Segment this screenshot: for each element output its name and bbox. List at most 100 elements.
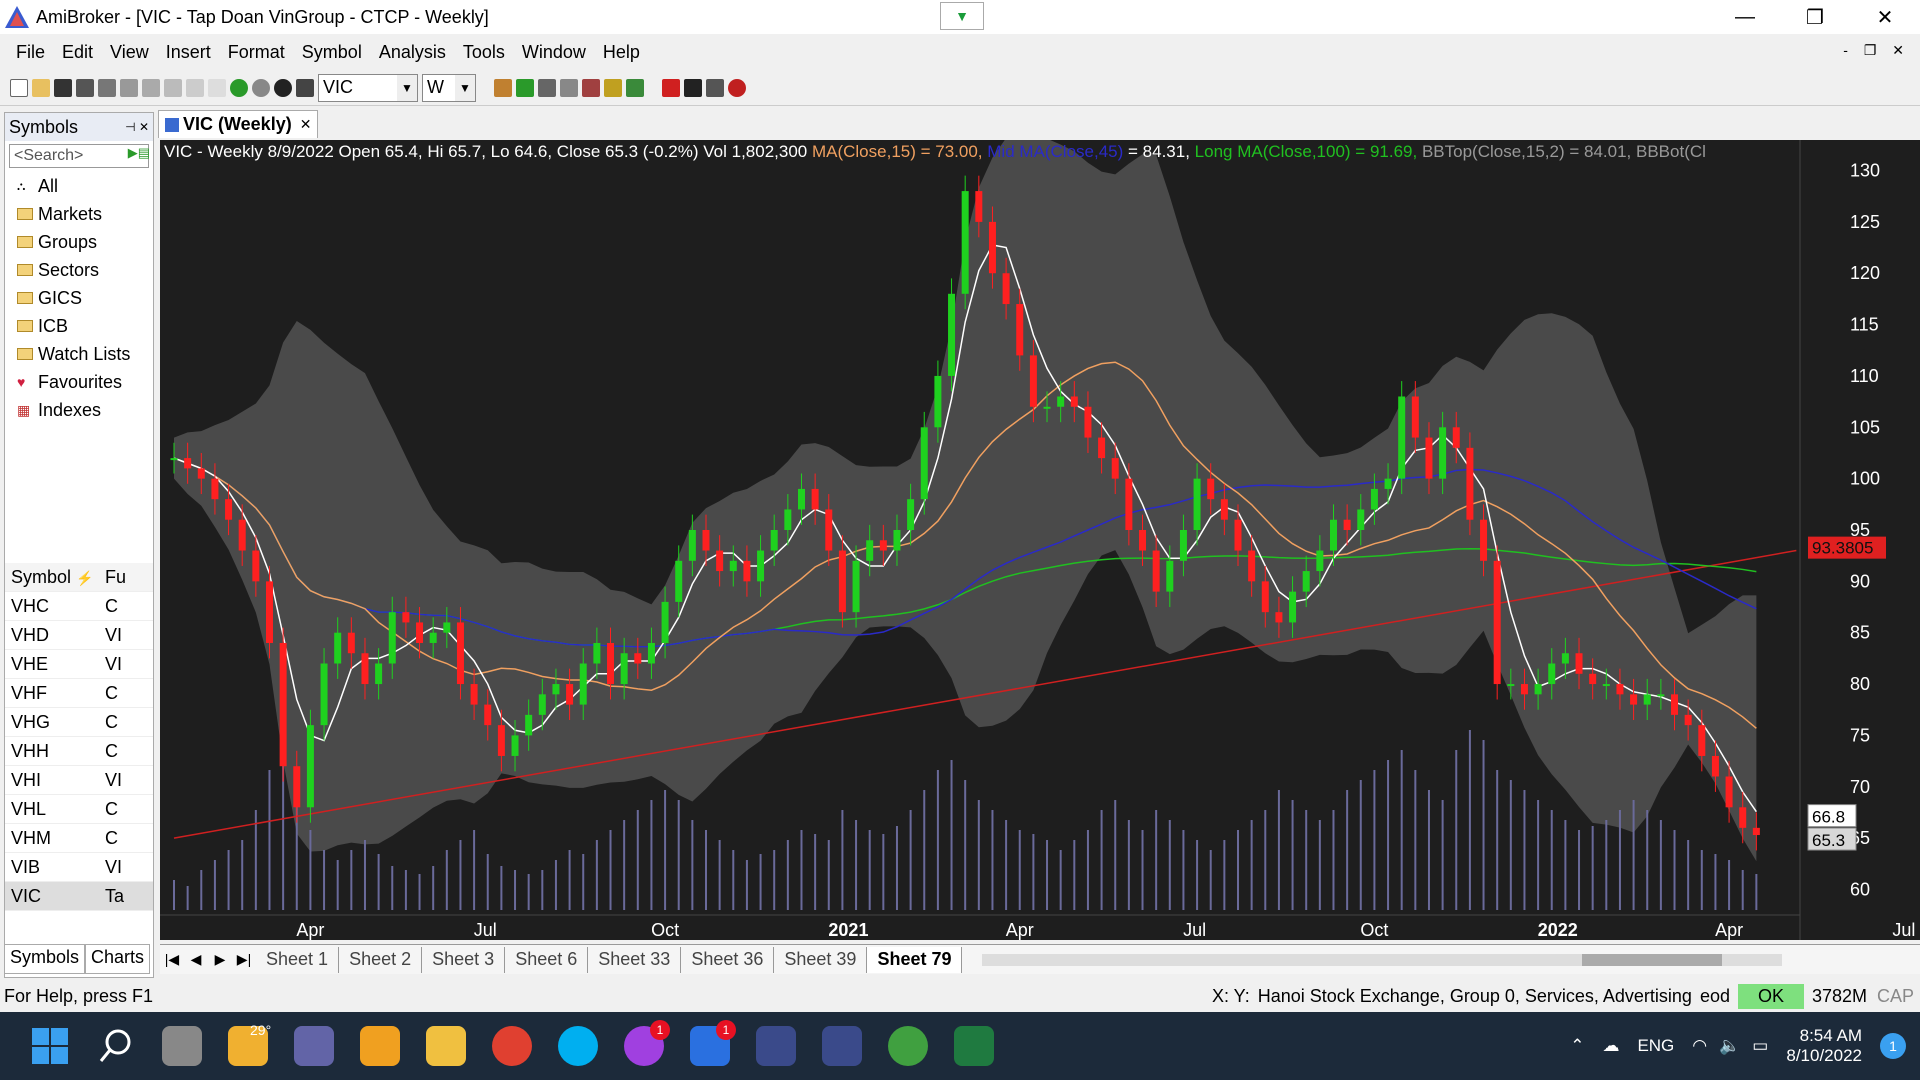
tree-item-markets[interactable]: Markets [5, 200, 153, 228]
tab-vic-weekly[interactable]: VIC (Weekly) ✕ [158, 110, 319, 138]
weather-icon[interactable]: 29° [228, 1022, 271, 1066]
chevron-up-icon[interactable]: ⌃ [1570, 1036, 1584, 1056]
tab-symbols[interactable]: Symbols [4, 944, 86, 974]
tree-item-gics[interactable]: GICS [5, 284, 153, 312]
sheet-tab[interactable]: Sheet 36 [681, 946, 775, 973]
interval-combo[interactable]: W ▼ [422, 73, 476, 102]
save-icon[interactable] [54, 78, 72, 97]
pencil-icon[interactable] [684, 78, 702, 97]
new-icon[interactable] [10, 78, 28, 97]
sheet-tab[interactable]: Sheet 3 [422, 946, 506, 973]
first-sheet-button[interactable]: |◀ [160, 951, 184, 968]
menu-help[interactable]: Help [603, 42, 640, 63]
menu-edit[interactable]: Edit [62, 42, 93, 63]
line-icon[interactable] [706, 78, 724, 97]
sheet-tab[interactable]: Sheet 2 [339, 946, 423, 973]
indicator-icon[interactable] [494, 78, 512, 97]
zalo-icon[interactable]: 1 [690, 1020, 736, 1066]
forward-icon[interactable] [252, 78, 270, 97]
amibroker2-taskbar-icon[interactable] [822, 1026, 862, 1066]
paste-icon[interactable] [164, 78, 182, 97]
table-row[interactable]: VHD VI [5, 621, 153, 650]
volume-icon[interactable]: 🔈 [1719, 1036, 1740, 1056]
close-button[interactable]: ✕ [1850, 0, 1920, 34]
symbol-combo[interactable]: VIC ▼ [318, 73, 418, 102]
magnet-icon[interactable] [728, 78, 746, 97]
formula-icon[interactable] [560, 78, 578, 97]
next-sheet-button[interactable]: ▶ [208, 951, 232, 968]
skype-icon[interactable] [558, 1026, 598, 1066]
sheet-tab-active[interactable]: Sheet 79 [867, 946, 963, 973]
sheet-tab[interactable]: Sheet 1 [256, 946, 340, 973]
buy-icon[interactable] [516, 78, 534, 97]
chart-svg[interactable]: 6065707580859095100105110115120125130Apr… [160, 128, 1920, 940]
battery-icon[interactable]: ▭ [1752, 1036, 1768, 1056]
tree-item-groups[interactable]: Groups [5, 228, 153, 256]
open-icon[interactable] [32, 78, 50, 97]
calendar-icon[interactable] [296, 78, 314, 97]
pin-close-icon[interactable]: ⊣ ✕ [125, 120, 149, 134]
tab-charts[interactable]: Charts [85, 944, 151, 974]
back-icon[interactable] [230, 78, 248, 97]
prev-sheet-button[interactable]: ◀ [184, 951, 208, 968]
close-tab-icon[interactable]: ✕ [300, 116, 312, 133]
column-header-fullname[interactable]: Fu [105, 567, 145, 588]
save-all-icon[interactable] [76, 78, 94, 97]
copy-icon[interactable] [142, 78, 160, 97]
clock[interactable]: 8:54 AM 8/10/2022 [1786, 1026, 1862, 1066]
print-icon[interactable] [98, 78, 116, 97]
language-indicator[interactable]: ENG [1637, 1036, 1674, 1056]
mdi-controls[interactable]: - ❐ ✕ [1843, 42, 1910, 59]
chevron-down-icon[interactable]: ▼ [397, 74, 417, 101]
glasses-icon[interactable] [538, 78, 556, 97]
table-row[interactable]: VHG C [5, 708, 153, 737]
task-view-icon[interactable] [162, 1026, 202, 1066]
last-sheet-button[interactable]: ▶| [232, 951, 256, 968]
table-row[interactable]: VHI VI [5, 766, 153, 795]
chrome-icon[interactable] [492, 1026, 532, 1066]
undo-icon[interactable] [208, 78, 226, 97]
tree-item-watch-lists[interactable]: Watch Lists [5, 340, 153, 368]
teams-icon[interactable] [294, 1026, 334, 1066]
wand-icon[interactable] [604, 78, 622, 97]
price-chart[interactable]: 60 65 70 75 80 85 90 95 100 105 110 115 120 125 130 Apr… [160, 128, 1920, 940]
menu-tools[interactable]: Tools [463, 42, 505, 63]
info-icon[interactable] [274, 78, 292, 97]
table-row[interactable]: VHM C [5, 824, 153, 853]
app-icon[interactable] [888, 1026, 928, 1066]
menu-file[interactable]: File [16, 42, 45, 63]
menu-symbol[interactable]: Symbol [302, 42, 362, 63]
scrollbar-thumb[interactable] [1582, 953, 1723, 966]
table-row[interactable]: VHE VI [5, 650, 153, 679]
menu-analysis[interactable]: Analysis [379, 42, 446, 63]
tree-item-favourites[interactable]: ♥ Favourites [5, 368, 153, 396]
table-row[interactable]: VIB VI [5, 853, 153, 882]
tree-item-indexes[interactable]: ▦ Indexes [5, 396, 153, 424]
menu-window[interactable]: Window [522, 42, 586, 63]
table-row[interactable]: VIC Ta [5, 882, 153, 911]
notification-center-icon[interactable]: 1 [1880, 1033, 1906, 1059]
sheet-tab[interactable]: Sheet 6 [505, 946, 589, 973]
minimize-button[interactable]: — [1710, 0, 1780, 34]
file-explorer-icon[interactable] [426, 1026, 466, 1066]
sheet-tab[interactable]: Sheet 33 [588, 946, 682, 973]
cloud-icon[interactable]: ☁ [1602, 1036, 1619, 1056]
outlook-icon[interactable] [360, 1026, 400, 1066]
sheet-tab[interactable]: Sheet 39 [774, 946, 868, 973]
tree-item-icb[interactable]: ICB [5, 312, 153, 340]
menu-format[interactable]: Format [228, 42, 285, 63]
color-icon[interactable] [662, 78, 680, 97]
amibroker-taskbar-icon[interactable] [756, 1026, 796, 1066]
windows-start-icon[interactable] [30, 1026, 70, 1066]
table-row[interactable]: VHC C [5, 592, 153, 621]
delete-icon[interactable] [186, 78, 204, 97]
chevron-down-icon[interactable]: ▼ [455, 74, 475, 101]
cut-icon[interactable] [120, 78, 138, 97]
excel-icon[interactable] [954, 1026, 994, 1066]
menu-insert[interactable]: Insert [166, 42, 211, 63]
horizontal-scrollbar[interactable] [982, 953, 1783, 966]
column-header-symbol[interactable]: Symbol ⚡ [5, 567, 105, 588]
go-icon[interactable]: ▶▤ [128, 145, 150, 161]
table-row[interactable]: VHF C [5, 679, 153, 708]
table-row[interactable]: VHL C [5, 795, 153, 824]
